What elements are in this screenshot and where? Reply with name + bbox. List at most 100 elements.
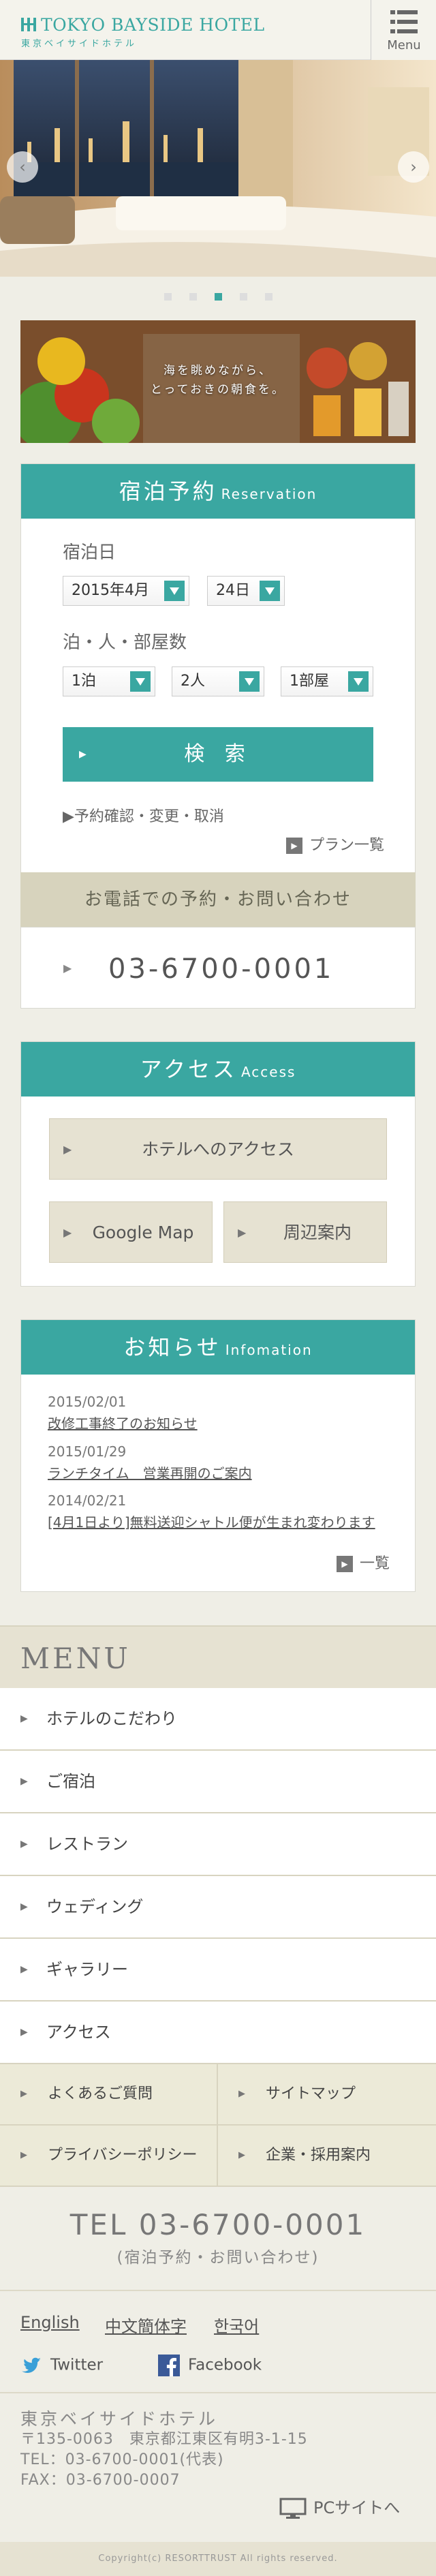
pc-site-link[interactable]: PCサイトへ <box>279 2494 400 2519</box>
month-value: 2015年4月 <box>72 582 149 599</box>
menu-item[interactable]: ▶ アクセス <box>0 2002 436 2064</box>
manage-reservation-link[interactable]: ▶予約確認・変更・取消 <box>63 804 224 826</box>
pc-site-label: PCサイトへ <box>313 2498 401 2517</box>
logo-text-jp: 東京ベイサイドホテル <box>21 39 138 49</box>
arrow-right-icon: ▶ <box>286 838 302 854</box>
menu-item[interactable]: ▶ レストラン <box>0 1813 436 1876</box>
news-list-label: 一覧 <box>360 1555 390 1572</box>
plans-link[interactable]: ▶ プラン一覧 <box>286 833 384 855</box>
slider-dot[interactable] <box>189 293 197 301</box>
menu-button[interactable]: Menu <box>371 0 436 60</box>
hero-next-button[interactable]: › <box>398 151 429 183</box>
hamburger-icon <box>390 10 418 33</box>
menu-item-label: ご宿泊 <box>46 1772 95 1791</box>
menu-item-label: アクセス <box>46 2023 111 2042</box>
sub-menu-item[interactable]: ▶ プライバシーポリシー <box>0 2126 218 2187</box>
news-item[interactable]: 2015/02/01 改修工事終了のお知らせ <box>48 1394 198 1432</box>
facebook-link[interactable]: Facebook <box>158 2355 262 2376</box>
arrow-right-icon: ▶ <box>20 1839 28 1850</box>
sub-menu-label: 企業・採用案内 <box>266 2147 371 2164</box>
menu-item[interactable]: ▶ ホテルのこだわり <box>0 1688 436 1751</box>
news-date: 2014/02/21 <box>48 1492 127 1509</box>
address-name: 東京ベイサイドホテル <box>20 2409 219 2429</box>
news-item[interactable]: 2014/02/21 [4月1日より]無料送迎シャトル便が生まれ変わります <box>48 1492 375 1531</box>
reservation-header: 宿泊予約 Reservation <box>21 464 415 519</box>
hero-image <box>0 60 436 277</box>
address-line: 〒135-0063 東京都江東区有明3-1-15 <box>20 2431 308 2448</box>
date-label: 宿泊日 <box>63 542 116 563</box>
breakfast-banner[interactable]: 海を眺めながら、 とっておきの朝食を。 <box>20 320 416 443</box>
news-title-en: Infomation <box>225 1342 313 1358</box>
phone-number: 03-6700-0001 <box>108 953 334 985</box>
phone-link[interactable]: ▶ 03-6700-0001 <box>20 927 416 1009</box>
guests-label: 泊・人・部屋数 <box>63 632 187 653</box>
news-title: お知らせ <box>123 1334 221 1360</box>
menu-label: Menu <box>387 38 421 52</box>
plans-link-label: プラン一覧 <box>309 837 385 854</box>
address-fax: FAX：03-6700-0007 <box>20 2472 181 2489</box>
chevron-down-icon <box>348 671 369 692</box>
chevron-right-icon: › <box>410 157 417 177</box>
arrow-right-icon: ▶ <box>337 1556 353 1572</box>
area-guide-label: 周辺案内 <box>283 1223 352 1242</box>
footer-tel[interactable]: TEL 03-6700-0001 (宿泊予約・お問い合わせ) <box>0 2208 436 2267</box>
banner-line-2: とっておきの朝食を。 <box>150 383 286 397</box>
sub-menu-label: プライバシーポリシー <box>48 2147 198 2164</box>
news-item[interactable]: 2015/01/29 ランチタイム 営業再開のご案内 <box>48 1443 252 1482</box>
arrow-right-icon: ▶ <box>20 1713 28 1724</box>
nights-select[interactable]: 1泊 <box>63 666 155 696</box>
arrow-right-icon: ▶ <box>20 1901 28 1912</box>
facebook-icon <box>158 2355 180 2376</box>
slider-dot[interactable] <box>264 293 272 301</box>
sub-menu-item[interactable]: ▶ 企業・採用案内 <box>218 2126 436 2187</box>
site-header: TOKYO BAYSIDE HOTEL 東京ベイサイドホテル Menu <box>0 0 436 60</box>
search-button[interactable]: 検 索 <box>63 727 373 782</box>
lang-chinese-link[interactable]: 中文簡体字 <box>105 2313 187 2337</box>
lang-english-link[interactable]: English <box>20 2313 80 2332</box>
reservation-title: 宿泊予約 <box>119 478 217 504</box>
menu-header: MENU <box>0 1625 436 1688</box>
logo-text-en: TOKYO BAYSIDE HOTEL <box>41 15 265 35</box>
hotel-logo-icon <box>21 18 36 31</box>
twitter-link[interactable]: Twitter <box>20 2355 103 2376</box>
menu-item[interactable]: ▶ ギャラリー <box>0 1939 436 2002</box>
banner-caption: 海を眺めながら、 とっておきの朝食を。 <box>123 361 313 399</box>
twitter-icon <box>22 2357 41 2373</box>
google-map-button[interactable]: ▶ Google Map <box>49 1201 213 1263</box>
chevron-down-icon <box>130 671 151 692</box>
menu-item-label: ギャラリー <box>46 1960 128 1979</box>
menu-title: MENU <box>20 1642 131 1675</box>
news-header: お知らせ Infomation <box>21 1320 415 1375</box>
menu-item[interactable]: ▶ ご宿泊 <box>0 1751 436 1813</box>
news-title-link[interactable]: [4月1日より]無料送迎シャトル便が生まれ変わります <box>48 1512 375 1531</box>
access-title-en: Access <box>240 1064 296 1080</box>
news-list-link[interactable]: ▶ 一覧 <box>337 1551 390 1573</box>
facebook-label: Facebook <box>188 2356 262 2374</box>
lang-korean-link[interactable]: 한국어 <box>214 2313 259 2337</box>
news-title-link[interactable]: 改修工事終了のお知らせ <box>48 1413 198 1432</box>
hero-slider[interactable]: ‹ › <box>0 60 436 277</box>
rooms-value: 1部屋 <box>290 673 329 690</box>
month-select[interactable]: 2015年4月 <box>63 576 189 606</box>
footer-tel-number: TEL 03-6700-0001 <box>69 2208 367 2241</box>
slider-dot[interactable] <box>239 293 247 301</box>
menu-item[interactable]: ▶ ウェディング <box>0 1876 436 1939</box>
news-title-link[interactable]: ランチタイム 営業再開のご案内 <box>48 1462 252 1482</box>
menu-item-label: レストラン <box>46 1835 128 1854</box>
access-title: アクセス <box>140 1056 237 1082</box>
slider-pagination <box>0 290 436 301</box>
slider-dot[interactable] <box>164 293 172 301</box>
slider-dot-active[interactable] <box>214 293 222 301</box>
hero-prev-button[interactable]: ‹ <box>7 151 38 183</box>
sub-menu-item[interactable]: ▶ よくあるご質問 <box>0 2064 218 2126</box>
day-select[interactable]: 24日 <box>207 576 285 606</box>
area-guide-button[interactable]: ▶ 周辺案内 <box>223 1201 387 1263</box>
monitor-icon <box>279 2498 307 2519</box>
footer-tel-sub: (宿泊予約・お問い合わせ) <box>116 2249 320 2267</box>
sub-menu-item[interactable]: ▶ サイトマップ <box>218 2064 436 2126</box>
google-map-label: Google Map <box>92 1223 194 1242</box>
hotel-access-button[interactable]: ▶ ホテルへのアクセス <box>49 1118 387 1180</box>
banner-line-1: 海を眺めながら、 <box>164 364 272 378</box>
people-select[interactable]: 2人 <box>172 666 264 696</box>
rooms-select[interactable]: 1部屋 <box>281 666 373 696</box>
